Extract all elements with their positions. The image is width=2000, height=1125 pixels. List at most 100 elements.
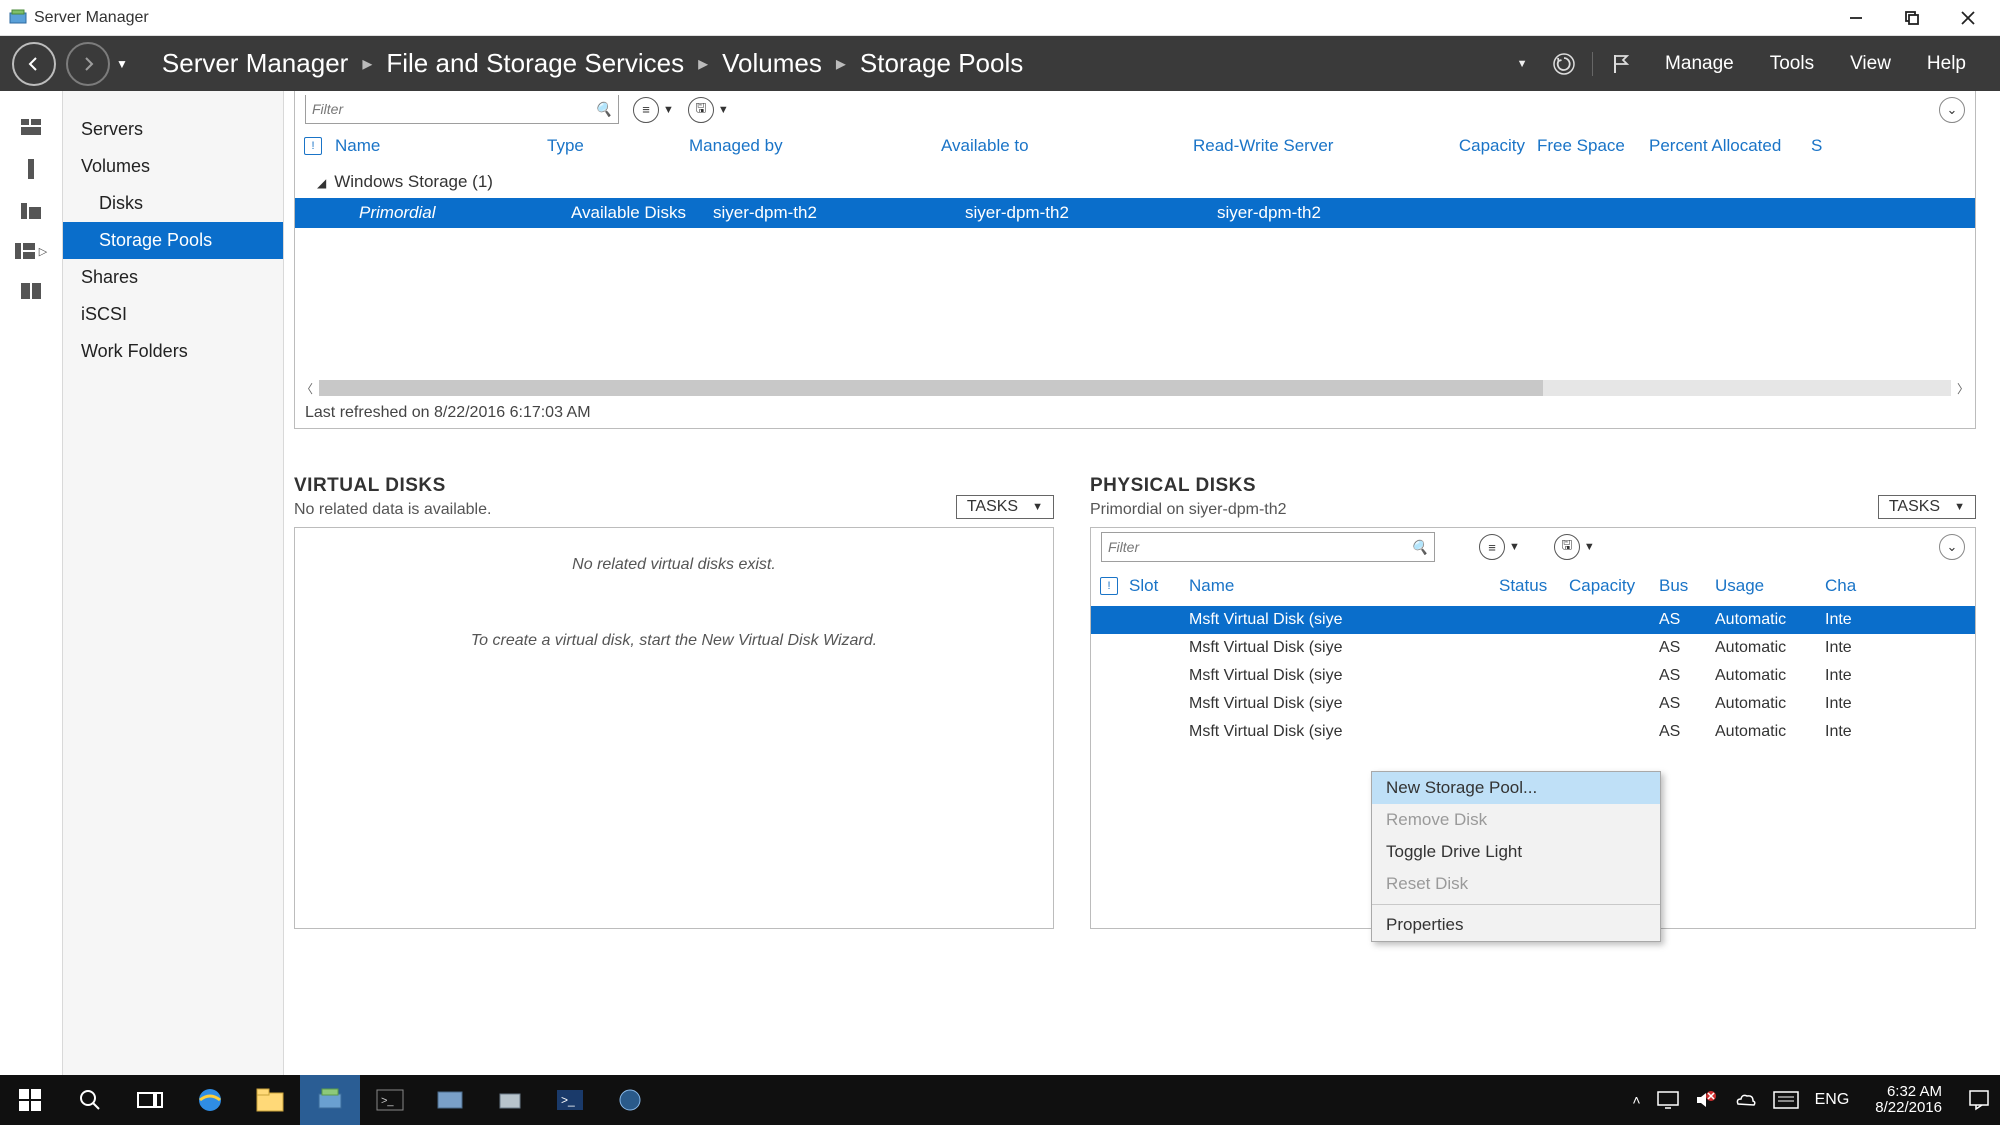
sidebar-item-volumes[interactable]: Volumes xyxy=(63,148,283,185)
tray-lang[interactable]: ENG xyxy=(1815,1091,1850,1109)
crumb-dropdown-icon[interactable]: ▼ xyxy=(1508,50,1536,78)
col-available-to[interactable]: Available to xyxy=(941,136,1193,156)
search-icon[interactable]: 🔍 xyxy=(1411,539,1428,556)
pool-row-primordial[interactable]: Primordial Available Disks siyer-dpm-th2… xyxy=(295,198,1975,228)
pd-row[interactable]: Msft Virtual Disk (siyeASAutomaticInte xyxy=(1091,606,1975,634)
tray-keyboard-icon[interactable] xyxy=(1773,1091,1799,1109)
expand-icon[interactable]: ⌄ xyxy=(1939,534,1965,560)
vd-tasks-button[interactable]: TASKS▼ xyxy=(956,495,1054,519)
pool-available-to: siyer-dpm-th2 xyxy=(965,203,1217,223)
chevron-down-icon[interactable]: ▼ xyxy=(1584,541,1595,553)
col-percent[interactable]: Percent Allocated xyxy=(1649,136,1811,156)
start-button[interactable] xyxy=(0,1075,60,1125)
taskbar-app3-icon[interactable] xyxy=(600,1075,660,1125)
save-view-icon[interactable]: 🖫 xyxy=(688,97,714,123)
tray-volume-icon[interactable] xyxy=(1695,1090,1717,1110)
back-button[interactable] xyxy=(12,42,56,86)
close-button[interactable] xyxy=(1940,0,1996,35)
taskbar-powershell-icon[interactable]: >_ xyxy=(540,1075,600,1125)
services-icon[interactable] xyxy=(19,281,43,301)
col-usage[interactable]: Usage xyxy=(1715,576,1825,596)
minimize-button[interactable] xyxy=(1828,0,1884,35)
pd-row[interactable]: Msft Virtual Disk (siyeASAutomaticInte xyxy=(1091,718,1975,746)
pd-row[interactable]: Msft Virtual Disk (siyeASAutomaticInte xyxy=(1091,634,1975,662)
crumb-storage-pools[interactable]: Storage Pools xyxy=(860,48,1023,79)
col-free-space[interactable]: Free Space xyxy=(1537,136,1649,156)
col-bus[interactable]: Bus xyxy=(1659,576,1715,596)
menu-item[interactable]: Toggle Drive Light xyxy=(1372,836,1660,868)
crumb-file-storage[interactable]: File and Storage Services xyxy=(386,48,684,79)
sidebar-item-servers[interactable]: Servers xyxy=(63,111,283,148)
search-button[interactable] xyxy=(60,1075,120,1125)
taskbar-ie-icon[interactable] xyxy=(180,1075,240,1125)
tray-display-icon[interactable] xyxy=(1657,1091,1679,1109)
sidebar-item-storage-pools[interactable]: Storage Pools xyxy=(63,222,283,259)
taskbar-app2-icon[interactable] xyxy=(480,1075,540,1125)
nav-history-dropdown[interactable]: ▼ xyxy=(116,57,128,71)
maximize-button[interactable] xyxy=(1884,0,1940,35)
dashboard-icon[interactable] xyxy=(19,117,43,137)
group-label: Windows Storage (1) xyxy=(334,172,493,191)
tray-clock[interactable]: 6:32 AM 8/22/2016 xyxy=(1875,1084,1942,1117)
clock-date: 8/22/2016 xyxy=(1875,1100,1942,1117)
tray-onedrive-icon[interactable] xyxy=(1733,1091,1757,1109)
all-servers-icon[interactable] xyxy=(19,201,43,221)
taskbar-app1-icon[interactable] xyxy=(420,1075,480,1125)
local-server-icon[interactable] xyxy=(19,159,43,179)
taskbar-cmd-icon[interactable]: >_ xyxy=(360,1075,420,1125)
expand-icon[interactable]: ⌄ xyxy=(1939,97,1965,123)
pools-group-row[interactable]: ◢Windows Storage (1) xyxy=(295,166,1975,198)
pd-row[interactable]: Msft Virtual Disk (siyeASAutomaticInte xyxy=(1091,690,1975,718)
refresh-icon[interactable] xyxy=(1550,50,1578,78)
col-chassis[interactable]: Cha xyxy=(1825,576,1875,596)
crumb-server-manager[interactable]: Server Manager xyxy=(162,48,348,79)
pd-name: Msft Virtual Disk (siye xyxy=(1189,723,1499,741)
col-capacity[interactable]: Capacity xyxy=(1445,136,1537,156)
chevron-down-icon[interactable]: ▼ xyxy=(663,104,674,116)
sidebar-item-disks[interactable]: Disks xyxy=(63,185,283,222)
taskbar-server-manager-icon[interactable] xyxy=(300,1075,360,1125)
tray-notifications-icon[interactable] xyxy=(1968,1089,1990,1111)
grouping-icon[interactable]: ≡ xyxy=(1479,534,1505,560)
menu-item[interactable]: New Storage Pool... xyxy=(1372,772,1660,804)
file-storage-icon[interactable]: ▷ xyxy=(0,243,62,259)
col-slot[interactable]: Slot xyxy=(1129,576,1189,596)
menu-help[interactable]: Help xyxy=(1927,53,1966,75)
col-s[interactable]: S xyxy=(1811,136,1843,156)
pd-filter-input[interactable]: Filter 🔍 xyxy=(1101,532,1435,562)
save-view-icon[interactable]: 🖫 xyxy=(1554,534,1580,560)
sidebar-item-iscsi[interactable]: iSCSI xyxy=(63,296,283,333)
app-icon xyxy=(8,8,28,28)
col-name[interactable]: Name xyxy=(335,136,547,156)
pd-usage: Automatic xyxy=(1715,723,1825,741)
col-rws[interactable]: Read-Write Server xyxy=(1193,136,1445,156)
crumb-volumes[interactable]: Volumes xyxy=(722,48,822,79)
tray-chevron-up-icon[interactable]: ˄ xyxy=(1632,1092,1640,1108)
col-name[interactable]: Name xyxy=(1189,576,1499,596)
sidebar-item-shares[interactable]: Shares xyxy=(63,259,283,296)
chevron-down-icon[interactable]: ▼ xyxy=(718,104,729,116)
menu-tools[interactable]: Tools xyxy=(1770,53,1814,75)
forward-button[interactable] xyxy=(66,42,110,86)
horizontal-scrollbar[interactable]: 〈〉 xyxy=(295,378,1975,398)
sidebar-item-work-folders[interactable]: Work Folders xyxy=(63,333,283,370)
col-managed-by[interactable]: Managed by xyxy=(689,136,941,156)
breadcrumb: Server Manager▸ File and Storage Service… xyxy=(162,48,1023,79)
pd-row[interactable]: Msft Virtual Disk (siyeASAutomaticInte xyxy=(1091,662,1975,690)
pd-tasks-button[interactable]: TASKS▼ xyxy=(1878,495,1976,519)
chevron-down-icon[interactable]: ▼ xyxy=(1509,541,1520,553)
col-capacity[interactable]: Capacity xyxy=(1569,576,1659,596)
taskview-button[interactable] xyxy=(120,1075,180,1125)
col-status[interactable]: Status xyxy=(1499,576,1569,596)
vd-empty-msg: No related virtual disks exist. xyxy=(572,556,776,574)
flag-icon[interactable] xyxy=(1607,50,1635,78)
pools-filter-input[interactable]: Filter 🔍 xyxy=(305,95,619,124)
grouping-icon[interactable]: ≡ xyxy=(633,97,659,123)
search-icon[interactable]: 🔍 xyxy=(595,101,612,118)
vd-hint-msg: To create a virtual disk, start the New … xyxy=(471,632,877,650)
col-type[interactable]: Type xyxy=(547,136,689,156)
menu-item[interactable]: Properties xyxy=(1372,909,1660,941)
taskbar-explorer-icon[interactable] xyxy=(240,1075,300,1125)
menu-manage[interactable]: Manage xyxy=(1665,53,1734,75)
menu-view[interactable]: View xyxy=(1850,53,1891,75)
